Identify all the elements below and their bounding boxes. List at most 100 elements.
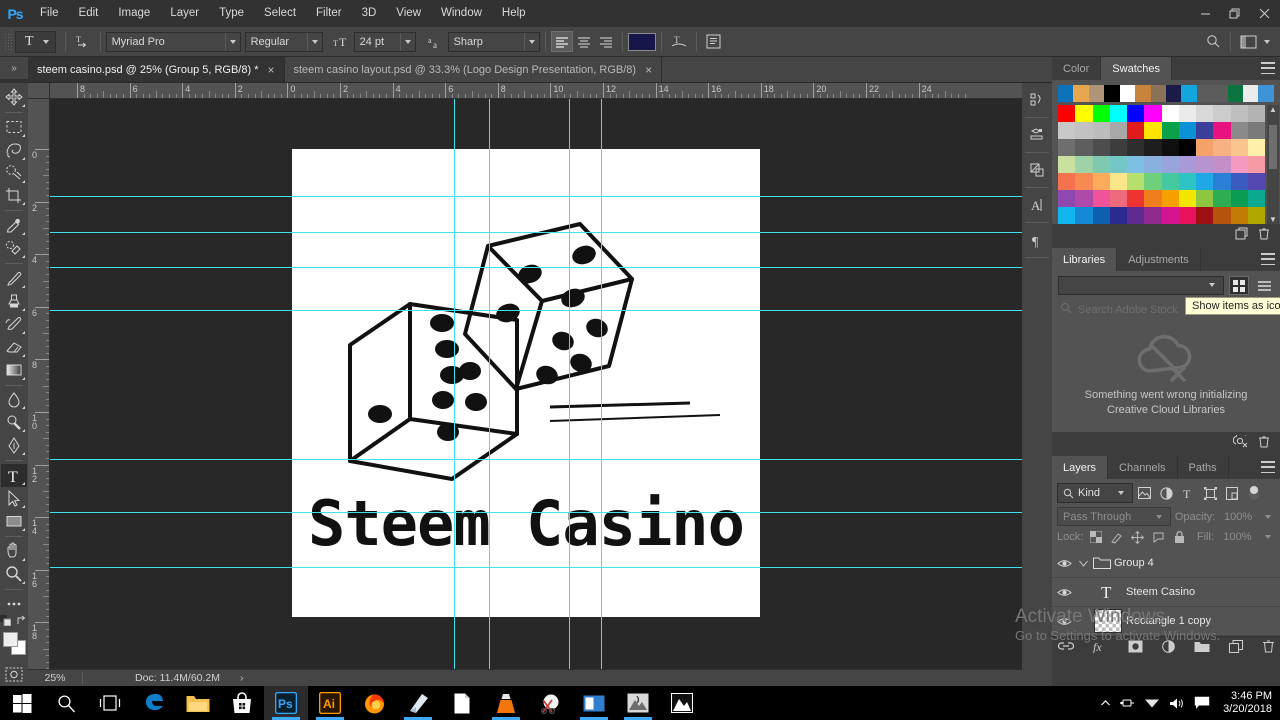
quick-mask-icon[interactable] [1, 663, 27, 686]
quick-selection-tool[interactable] [1, 162, 27, 185]
guide-horizontal[interactable] [50, 310, 1052, 311]
color-swatch[interactable] [1144, 156, 1162, 173]
color-swatch[interactable] [1058, 173, 1076, 190]
action-center-icon[interactable] [1194, 696, 1210, 710]
edit-toolbar-button[interactable] [1, 593, 27, 616]
color-swatch[interactable] [1127, 207, 1145, 224]
chevron-down-icon[interactable] [1265, 514, 1271, 519]
expand-group-icon[interactable] [1076, 560, 1090, 567]
eraser-tool[interactable] [1, 336, 27, 359]
task-view-button[interactable] [88, 686, 132, 720]
collapse-panels-button[interactable]: » [0, 57, 28, 79]
paragraph-icon[interactable]: ¶ [1023, 223, 1051, 257]
filter-smartobject-icon[interactable] [1221, 483, 1243, 503]
color-swatch[interactable] [1161, 156, 1179, 173]
table-row[interactable]: Group 4 [1052, 549, 1280, 578]
options-bar-grip[interactable] [4, 32, 12, 51]
menu-view[interactable]: View [386, 0, 431, 27]
color-swatch[interactable] [1178, 105, 1196, 122]
color-swatch[interactable] [1127, 122, 1145, 139]
color-swatch[interactable] [1127, 105, 1145, 122]
layer-filter-kind-select[interactable]: Kind [1057, 483, 1133, 503]
guide-vertical[interactable] [489, 99, 490, 669]
swap-colors-icon[interactable] [17, 615, 28, 629]
color-swatch[interactable] [1058, 207, 1076, 224]
new-layer-icon[interactable] [1228, 639, 1243, 656]
microsoft-store-taskbar-icon[interactable] [220, 686, 264, 720]
chevron-down-icon[interactable] [1264, 39, 1270, 44]
color-swatch[interactable] [1092, 105, 1110, 122]
marquee-tool[interactable] [1, 116, 27, 139]
close-button[interactable] [1250, 0, 1280, 27]
delete-layer-icon[interactable] [1262, 639, 1275, 656]
color-swatch[interactable] [1178, 207, 1196, 224]
color-swatch[interactable] [1178, 156, 1196, 173]
recent-swatches-row[interactable] [1058, 85, 1274, 102]
library-select[interactable] [1058, 276, 1224, 295]
color-swatch[interactable] [1178, 173, 1196, 190]
horizontal-ruler[interactable]: 8 6 4 2 0 2 4 6 8 10 12 14 16 18 20 22 24 [50, 83, 1052, 99]
adjustment-layer-icon[interactable] [1161, 639, 1175, 656]
filter-adjustment-icon[interactable] [1155, 483, 1177, 503]
anti-aliasing-select[interactable]: Sharp [447, 31, 540, 52]
show-items-as-list-button[interactable] [1254, 276, 1274, 295]
history-brush-tool[interactable] [1, 313, 27, 336]
color-swatch[interactable] [1127, 190, 1145, 207]
history-icon[interactable] [1023, 83, 1051, 117]
menu-select[interactable]: Select [254, 0, 306, 27]
color-swatch[interactable] [1075, 156, 1093, 173]
ruler-corner[interactable] [28, 83, 50, 99]
color-swatch[interactable] [1144, 190, 1162, 207]
new-group-icon[interactable] [1194, 640, 1210, 656]
eye-icon[interactable] [1052, 587, 1076, 598]
gradient-tool[interactable] [1, 359, 27, 382]
guide-horizontal[interactable] [50, 196, 1052, 197]
color-swatch[interactable] [1144, 122, 1162, 139]
type-tool[interactable]: T [1, 464, 27, 488]
color-swatch[interactable] [1092, 156, 1110, 173]
color-swatch[interactable] [1213, 156, 1231, 173]
color-swatch[interactable] [1213, 173, 1231, 190]
filter-enable-toggle[interactable] [1243, 483, 1265, 503]
document-tab-steem-casino[interactable]: steem casino.psd @ 25% (Group 5, RGB/8) … [28, 57, 285, 82]
show-hidden-icons[interactable] [1100, 698, 1111, 709]
app-taskbar-icon[interactable] [396, 686, 440, 720]
color-swatch[interactable] [1109, 190, 1127, 207]
recent-swatch[interactable] [1135, 85, 1151, 102]
firefox-taskbar-icon[interactable] [352, 686, 396, 720]
color-swatch[interactable] [1213, 105, 1231, 122]
default-colors-icon[interactable] [0, 615, 12, 629]
lock-artboard-icon[interactable] [1150, 529, 1166, 545]
color-swatch[interactable] [1161, 207, 1179, 224]
color-swatch[interactable] [1144, 105, 1162, 122]
align-right-button[interactable] [595, 31, 617, 52]
show-items-as-icons-button[interactable] [1229, 276, 1249, 295]
color-swatch[interactable] [1161, 173, 1179, 190]
color-swatch[interactable] [1092, 122, 1110, 139]
color-swatch[interactable] [1109, 207, 1127, 224]
color-swatch[interactable] [1058, 139, 1076, 156]
font-style-select[interactable]: Regular [244, 31, 323, 52]
color-swatch[interactable] [1230, 190, 1248, 207]
panel-menu-icon[interactable] [1261, 253, 1275, 265]
vlc-taskbar-icon[interactable] [484, 686, 528, 720]
align-left-button[interactable] [550, 31, 573, 52]
color-swatch[interactable] [1075, 173, 1093, 190]
color-swatch[interactable] [1230, 207, 1248, 224]
illustrator-taskbar-icon[interactable]: Ai [308, 686, 352, 720]
color-swatch[interactable] [1178, 122, 1196, 139]
color-swatch[interactable] [1127, 156, 1145, 173]
recent-swatch[interactable] [1150, 85, 1166, 102]
guide-horizontal[interactable] [50, 267, 1052, 268]
recent-swatch[interactable] [1165, 85, 1182, 102]
recent-swatch[interactable] [1104, 85, 1120, 102]
eye-icon[interactable] [1052, 558, 1076, 569]
menu-image[interactable]: Image [108, 0, 160, 27]
color-swatch[interactable] [1196, 190, 1214, 207]
character-icon[interactable]: A [1023, 188, 1051, 222]
color-swatch[interactable] [1230, 122, 1248, 139]
close-icon[interactable]: × [267, 64, 274, 76]
start-button[interactable] [0, 686, 44, 720]
text-color-swatch[interactable] [627, 32, 656, 51]
delete-swatch-icon[interactable] [1258, 227, 1270, 243]
